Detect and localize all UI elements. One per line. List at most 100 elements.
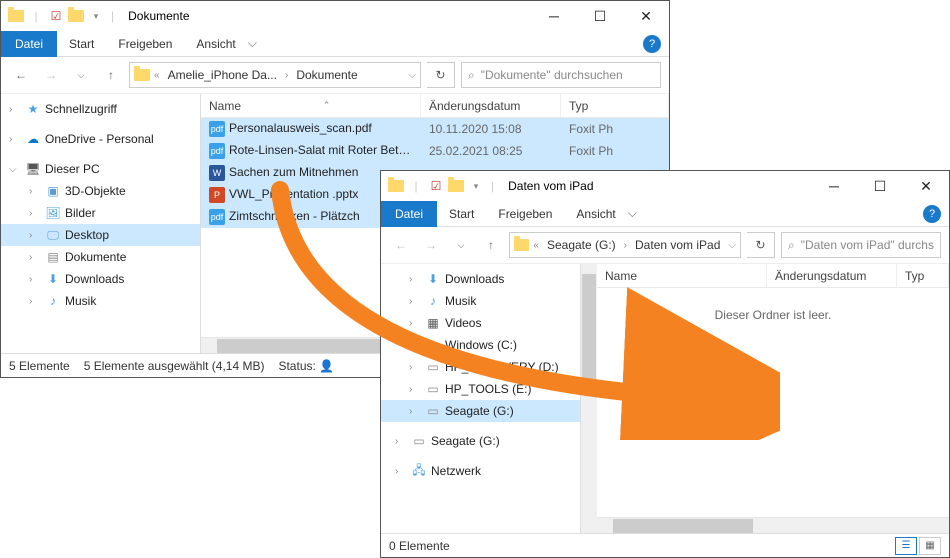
col-type[interactable]: Typ (897, 264, 949, 287)
file-name: pdfRote-Linsen-Salat mit Roter Bete von … (201, 143, 421, 159)
col-name[interactable]: Name ⌃ (201, 94, 421, 117)
maximize-button[interactable]: ☐ (577, 1, 623, 31)
vertical-scrollbar[interactable] (581, 264, 597, 533)
table-row[interactable]: pdfRote-Linsen-Salat mit Roter Bete von … (201, 140, 669, 162)
tab-start[interactable]: Start (57, 31, 106, 57)
chevron-down-icon[interactable]: ⌵ (408, 70, 416, 81)
qat-dropdown-icon[interactable]: ▾ (467, 177, 485, 195)
sidebar-item-schnellzugriff[interactable]: ›★Schnellzugriff (1, 98, 200, 120)
sort-asc-icon: ⌃ (323, 100, 331, 111)
icons-view-button[interactable]: ▦ (919, 537, 941, 555)
refresh-button[interactable]: ↻ (747, 232, 775, 258)
sidebar-item-downloads[interactable]: ›⬇Downloads (1, 268, 200, 290)
status-bar: 0 Elemente ☰ ▦ (381, 533, 949, 557)
close-button[interactable]: ✕ (623, 1, 669, 31)
sidebar-item-hp-recovery[interactable]: ›▭HP_RECOVERY (D:) (381, 356, 580, 378)
sidebar-item-onedrive[interactable]: ›☁OneDrive - Personal (1, 128, 200, 150)
file-icon: pdf (209, 143, 225, 159)
chevron-right-icon[interactable]: › (624, 240, 627, 251)
horizontal-scrollbar[interactable] (597, 517, 949, 533)
address-bar[interactable]: « Seagate (G:) › Daten vom iPad ⌵ (509, 232, 741, 258)
sidebar-item-windows-c[interactable]: ›▭Windows (C:) (381, 334, 580, 356)
window-title: Dokumente (128, 9, 189, 23)
sidebar-item-label: Dieser PC (45, 162, 100, 176)
minimize-button[interactable]: ─ (531, 1, 577, 31)
breadcrumb[interactable]: Amelie_iPhone Da... (164, 68, 281, 82)
sidebar-item-dokumente[interactable]: ›▤Dokumente (1, 246, 200, 268)
sidebar-item-seagate-g[interactable]: ›▭Seagate (G:) (381, 400, 580, 422)
forward-button[interactable]: → (39, 63, 63, 87)
back-button[interactable]: ← (9, 63, 33, 87)
breadcrumb[interactable]: Dokumente (292, 68, 361, 82)
chevron-down-icon[interactable]: ⌵ (628, 206, 637, 221)
tab-ansicht[interactable]: Ansicht (564, 201, 627, 227)
file-tab[interactable]: Datei (1, 31, 57, 57)
selection-info: 5 Elemente ausgewählt (4,14 MB) (84, 359, 265, 373)
details-view-button[interactable]: ☰ (895, 537, 917, 555)
up-button[interactable]: ↑ (479, 233, 503, 257)
sidebar: ›★Schnellzugriff ›☁OneDrive - Personal ⌵… (1, 94, 201, 353)
titlebar[interactable]: | ☑ ▾ | Dokumente ─ ☐ ✕ (1, 1, 669, 31)
search-input[interactable]: ⌕ "Daten vom iPad" durchs (781, 232, 941, 258)
history-dropdown[interactable]: ⌵ (449, 233, 473, 257)
breadcrumb[interactable]: Daten vom iPad (631, 238, 724, 252)
search-input[interactable]: ⌕ "Dokumente" durchsuchen (461, 62, 661, 88)
sidebar-item-musik[interactable]: ›♪Musik (381, 290, 580, 312)
sidebar-item-hp-tools[interactable]: ›▭HP_TOOLS (E:) (381, 378, 580, 400)
sidebar-item-bilder[interactable]: ›🖼Bilder (1, 202, 200, 224)
up-button[interactable]: ↑ (99, 63, 123, 87)
maximize-button[interactable]: ☐ (857, 171, 903, 201)
tab-freigeben[interactable]: Freigeben (106, 31, 184, 57)
drive-icon: ▭ (411, 434, 427, 448)
column-headers[interactable]: Name ⌃ Änderungsdatum Typ (201, 94, 669, 118)
minimize-button[interactable]: ─ (811, 171, 857, 201)
refresh-button[interactable]: ↻ (427, 62, 455, 88)
chevron-down-icon[interactable]: ⌵ (248, 36, 257, 51)
close-button[interactable]: ✕ (903, 171, 949, 201)
tab-ansicht[interactable]: Ansicht (184, 31, 247, 57)
sidebar-item-videos[interactable]: ›▦Videos (381, 312, 580, 334)
drive-icon: ▭ (425, 382, 441, 396)
col-type[interactable]: Typ (561, 94, 669, 117)
col-name[interactable]: Name (597, 264, 767, 287)
sidebar-item-label: HP_TOOLS (E:) (445, 382, 531, 396)
navbar: ← → ⌵ ↑ « Amelie_iPhone Da... › Dokument… (1, 57, 669, 93)
history-dropdown[interactable]: ⌵ (69, 63, 93, 87)
column-headers[interactable]: Name Änderungsdatum Typ (597, 264, 949, 288)
file-name: pdfPersonalausweis_scan.pdf (201, 121, 421, 137)
qat-dropdown-icon[interactable]: ▾ (87, 7, 105, 25)
tab-freigeben[interactable]: Freigeben (486, 201, 564, 227)
chevron-down-icon[interactable]: ⌵ (728, 240, 736, 251)
search-placeholder: "Daten vom iPad" durchs (801, 238, 934, 252)
forward-button[interactable]: → (419, 233, 443, 257)
separator: | (491, 179, 494, 193)
properties-icon[interactable]: ☑ (47, 7, 65, 25)
file-icon: pdf (209, 121, 225, 137)
sidebar-item-musik[interactable]: ›♪Musik (1, 290, 200, 312)
music-icon: ♪ (45, 294, 61, 308)
table-row[interactable]: pdfPersonalausweis_scan.pdf10.11.2020 15… (201, 118, 669, 140)
titlebar[interactable]: | ☑ ▾ | Daten vom iPad ─ ☐ ✕ (381, 171, 949, 201)
file-tab[interactable]: Datei (381, 201, 437, 227)
sidebar-item-downloads[interactable]: ›⬇Downloads (381, 268, 580, 290)
file-date: 25.02.2021 08:25 (421, 144, 561, 158)
sidebar-item-dieser-pc[interactable]: ⌵🖥Dieser PC (1, 158, 200, 180)
col-date[interactable]: Änderungsdatum (767, 264, 897, 287)
sidebar-item-label: Dokumente (65, 250, 126, 264)
col-date[interactable]: Änderungsdatum (421, 94, 561, 117)
folder-icon (447, 177, 465, 195)
back-button[interactable]: ← (389, 233, 413, 257)
help-button[interactable]: ? (643, 35, 661, 53)
sidebar-item-netzwerk[interactable]: ›🖧Netzwerk (381, 460, 580, 482)
help-button[interactable]: ? (923, 205, 941, 223)
address-bar[interactable]: « Amelie_iPhone Da... › Dokumente ⌵ (129, 62, 421, 88)
sidebar-item-3d[interactable]: ›▣3D-Objekte (1, 180, 200, 202)
breadcrumb[interactable]: Seagate (G:) (543, 238, 620, 252)
sidebar-item-seagate-g-2[interactable]: ›▭Seagate (G:) (381, 430, 580, 452)
properties-icon[interactable]: ☑ (427, 177, 445, 195)
chevron-right-icon[interactable]: › (285, 70, 288, 81)
col-label: Name (209, 99, 241, 113)
item-count: 5 Elemente (9, 359, 70, 373)
sidebar-item-desktop[interactable]: ›🖵Desktop (1, 224, 200, 246)
tab-start[interactable]: Start (437, 201, 486, 227)
